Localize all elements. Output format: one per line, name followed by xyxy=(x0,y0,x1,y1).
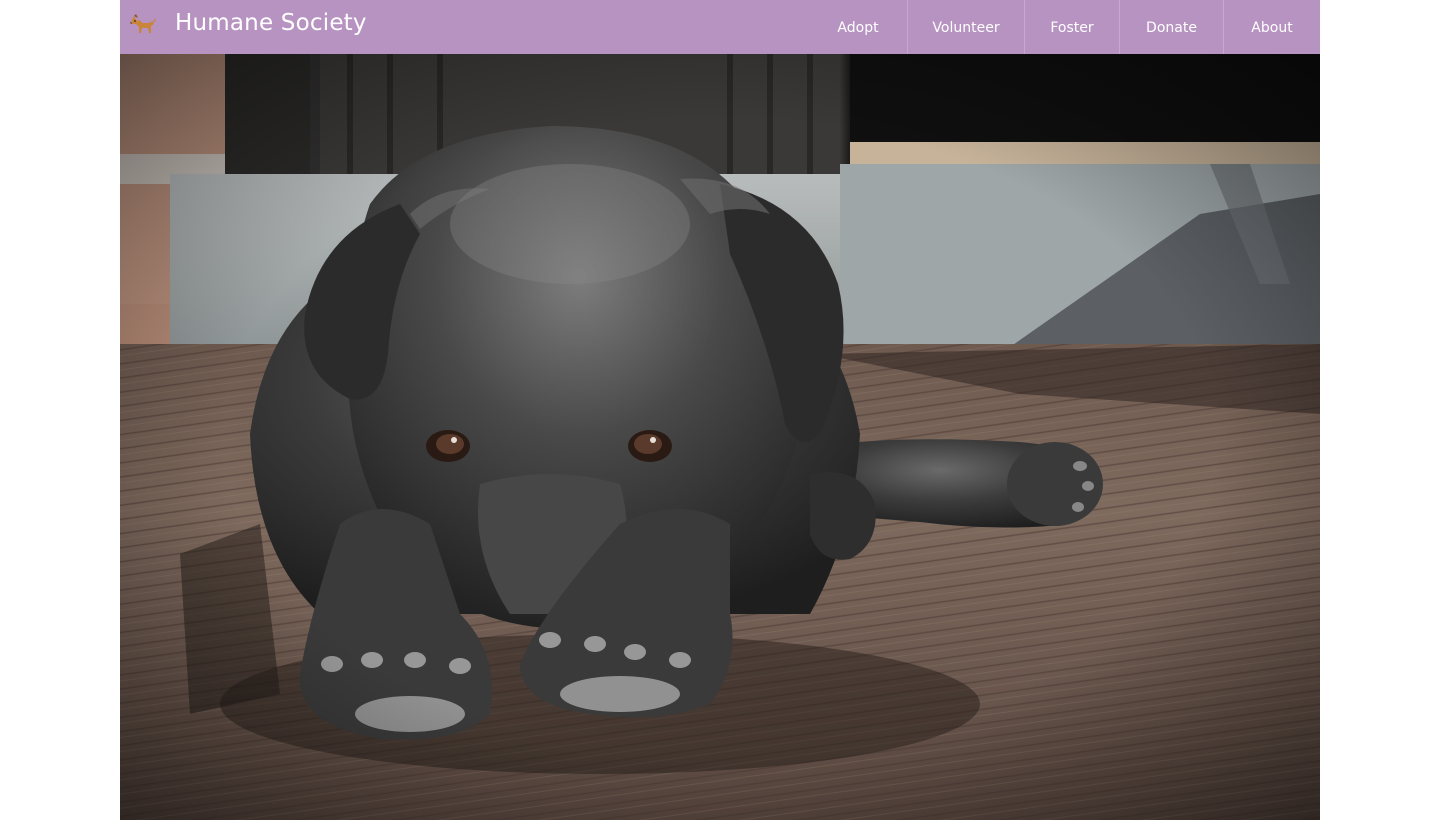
top-navbar: Humane Society Adopt Volunteer Foster Do… xyxy=(120,0,1320,54)
hero-image xyxy=(120,54,1320,820)
nav-volunteer[interactable]: Volunteer xyxy=(907,0,1024,54)
site-title: Humane Society xyxy=(175,10,367,36)
nav-adopt[interactable]: Adopt xyxy=(809,0,907,54)
page: Humane Society Adopt Volunteer Foster Do… xyxy=(120,0,1320,820)
nav-about[interactable]: About xyxy=(1223,0,1320,54)
nav-donate[interactable]: Donate xyxy=(1119,0,1223,54)
puppy-photo xyxy=(120,54,1320,820)
nav-foster[interactable]: Foster xyxy=(1024,0,1119,54)
brand-home-link[interactable]: Humane Society xyxy=(120,0,367,54)
main-nav: Adopt Volunteer Foster Donate About xyxy=(809,0,1320,54)
dog-icon xyxy=(129,12,157,38)
